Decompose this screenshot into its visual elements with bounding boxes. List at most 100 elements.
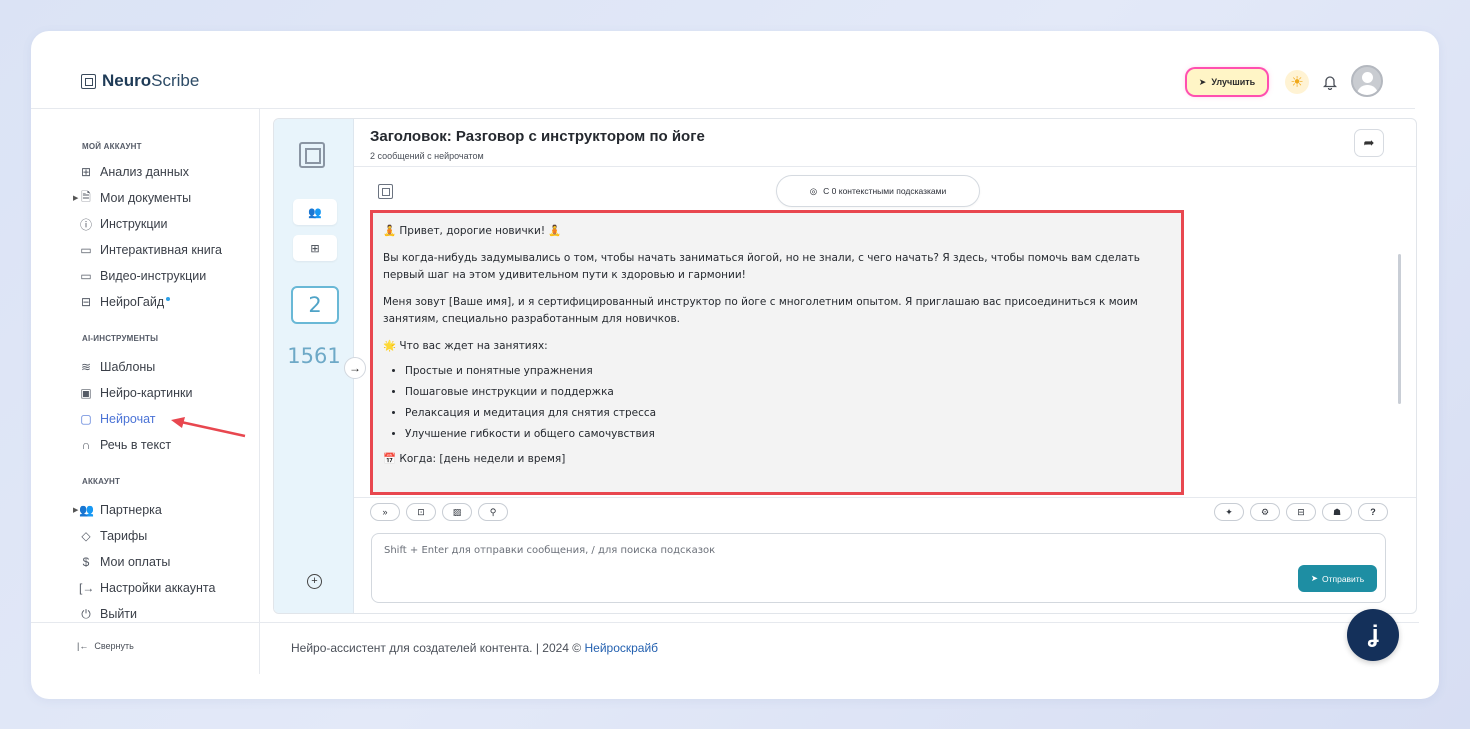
- context-hints-pill[interactable]: ◎ С 0 контекстными подсказками: [776, 175, 980, 207]
- logo-bold: Neuro: [102, 71, 152, 90]
- question-icon: ⓘ: [79, 217, 92, 232]
- support-chat-button[interactable]: ʝ: [1347, 609, 1399, 661]
- hints-label: С 0 контекстными подсказками: [823, 186, 947, 196]
- message-paragraph-2: Меня зовут [Ваше имя], и я сертифицирова…: [383, 296, 1138, 325]
- token-count: 1561: [287, 344, 341, 368]
- chat-header: Заголовок: Разговор с инструктором по йо…: [354, 119, 1416, 167]
- image-icon: ▣: [80, 386, 92, 400]
- image-icon[interactable]: ▨: [442, 503, 472, 521]
- table-icon: ⊟: [80, 295, 92, 309]
- expand-arrow-icon[interactable]: →: [344, 357, 366, 379]
- sidebar-item-my-documents[interactable]: ▶ 🗎 Мои документы: [73, 188, 192, 208]
- chat-icon: ▢: [80, 412, 92, 426]
- footer-link[interactable]: Нейроскрайб: [584, 641, 658, 655]
- logo-icon: [81, 73, 96, 89]
- message-greeting: 🧘 Привет, дорогие новички! 🧘: [383, 225, 562, 237]
- annotation-arrow-icon: [171, 417, 246, 438]
- collapse-sidebar-button[interactable]: |← Свернуть: [77, 641, 134, 651]
- input-placeholder: Shift + Enter для отправки сообщения, / …: [384, 545, 716, 556]
- collapse-label: Свернуть: [94, 641, 134, 651]
- sidebar-item-neuro-images[interactable]: ▣ Нейро-картинки: [79, 383, 192, 403]
- puzzle-icon[interactable]: ✦: [1214, 503, 1244, 521]
- sidebar-item-speech-to-text[interactable]: ∩ Речь в текст: [79, 435, 171, 455]
- assistant-message-icon: [378, 184, 393, 199]
- sidebar-item-video-instructions[interactable]: ▭ Видео-инструкции: [79, 266, 206, 286]
- sidebar-item-label: Шаблоны: [100, 360, 156, 374]
- top-bar: NeuroScribe ➤ Улучшить ☀: [31, 31, 1439, 109]
- rocket-icon: ➤: [1198, 76, 1207, 87]
- sidebar-item-neuroguide[interactable]: ⊟ НейроГайд: [79, 292, 171, 312]
- upgrade-button[interactable]: ➤ Улучшить: [1187, 69, 1267, 95]
- sidebar-item-label: Анализ данных: [100, 165, 189, 179]
- chat-panel: 👥 ⊞ 2 1561 + → Заголовок: Разговор с инс…: [273, 118, 1417, 614]
- robot-icon[interactable]: ☗: [1322, 503, 1352, 521]
- tag-icon: ◇: [81, 529, 91, 543]
- collapse-icon: |←: [77, 641, 89, 651]
- footer-text: Нейро-ассистент для создателей контента.…: [291, 641, 585, 655]
- sidebar-item-neurochat[interactable]: ▢ Нейрочат: [79, 409, 156, 429]
- magic-wand-icon[interactable]: ⚲: [478, 503, 508, 521]
- sidebar-item-label: Партнерка: [100, 503, 162, 517]
- settings-icon[interactable]: ⚙: [1250, 503, 1280, 521]
- sidebar-item-templates[interactable]: ≋ Шаблоны: [79, 357, 155, 377]
- sidebar-border: [259, 109, 260, 674]
- video-icon: ▭: [80, 269, 92, 283]
- add-chat-plus-icon[interactable]: +: [307, 574, 322, 589]
- send-icon: ➤: [1310, 573, 1318, 583]
- sidebar-item-interactive-book[interactable]: ▭ Интерактивная книга: [79, 240, 222, 260]
- sidebar-item-label: Мои оплаты: [100, 555, 171, 569]
- layers-icon: ≋: [80, 360, 92, 374]
- app-window: NeuroScribe ➤ Улучшить ☀ МОЙ АККАУНТ ⊞ Ан…: [31, 31, 1439, 699]
- send-label: Отправить: [1321, 573, 1365, 584]
- grid-button[interactable]: ⊞: [293, 235, 337, 261]
- user-avatar[interactable]: [1351, 65, 1383, 97]
- palette-icon: ◎: [809, 185, 818, 196]
- help-icon[interactable]: ?: [1358, 503, 1388, 521]
- download-icon[interactable]: ⊡: [406, 503, 436, 521]
- login-icon: [→: [79, 581, 95, 595]
- share-button[interactable]: ➦: [1354, 129, 1384, 157]
- send-button[interactable]: ➤ Отправить: [1298, 565, 1377, 592]
- sidebar-item-data-analysis[interactable]: ⊞ Анализ данных: [79, 162, 189, 182]
- section-my-account: МОЙ АККАУНТ: [82, 142, 142, 151]
- chat-scrollbar[interactable]: [1398, 254, 1401, 404]
- panel-icon[interactable]: ⊟: [1286, 503, 1316, 521]
- sidebar-item-logout[interactable]: ⏻ Выйти: [79, 604, 137, 624]
- sidebar: МОЙ АККАУНТ ⊞ Анализ данных ▶ 🗎 Мои докумен…: [31, 109, 259, 699]
- list-item: Улучшение гибкости и общего самочувствия: [405, 426, 1171, 443]
- users-icon: 👥: [79, 503, 94, 517]
- sidebar-item-tariffs[interactable]: ◇ Тарифы: [79, 526, 147, 546]
- sidebar-item-instructions[interactable]: ⓘ Инструкции: [79, 214, 168, 234]
- sidebar-item-payments[interactable]: $ Мои оплаты: [79, 552, 171, 572]
- sidebar-item-label: НейроГайд: [100, 295, 165, 309]
- collapse-down-icon[interactable]: »: [370, 503, 400, 521]
- chat-logo-icon: [299, 142, 325, 168]
- chat-subtitle: 2 сообщений с нейрочатом: [370, 151, 484, 161]
- contacts-button[interactable]: 👥: [293, 199, 337, 225]
- sidebar-item-label: Тарифы: [100, 529, 148, 543]
- message-paragraph-1: Вы когда-нибудь задумывались о том, чтоб…: [383, 252, 1140, 281]
- sidebar-item-label: Выйти: [100, 607, 138, 621]
- sidebar-item-label: Нейрочат: [100, 412, 156, 426]
- chat-title: Заголовок: Разговор с инструктором по йо…: [370, 128, 705, 145]
- sidebar-item-label: Нейро-картинки: [100, 386, 193, 400]
- dollar-icon: $: [82, 555, 90, 569]
- sidebar-item-label: Настройки аккаунта: [100, 581, 216, 595]
- message-list: Простые и понятные упражнения Пошаговые …: [405, 363, 1171, 443]
- message-list-title: 🌟 Что вас ждет на занятиях:: [383, 340, 548, 352]
- chat-left-strip: 👥 ⊞ 2 1561 +: [274, 119, 354, 613]
- app-logo[interactable]: NeuroScribe: [81, 71, 199, 91]
- sidebar-item-label: Интерактивная книга: [100, 243, 222, 257]
- list-item: Пошаговые инструкции и поддержка: [405, 384, 1171, 401]
- section-ai-tools: AI-ИНСТРУМЕНТЫ: [82, 334, 159, 343]
- bell-icon[interactable]: [1320, 71, 1340, 93]
- sidebar-item-account-settings[interactable]: [→ Настройки аккаунта: [79, 578, 215, 598]
- caret-right-icon: ▶: [73, 507, 79, 514]
- upgrade-label: Улучшить: [1211, 77, 1256, 87]
- message-when: 📅 Когда: [день недели и время]: [383, 453, 566, 465]
- message-input[interactable]: Shift + Enter для отправки сообщения, / …: [371, 533, 1386, 603]
- theme-toggle-sun-icon[interactable]: ☀: [1285, 70, 1309, 94]
- sidebar-item-partners[interactable]: ▶ 👥 Партнерка: [73, 500, 162, 520]
- sidebar-item-label: Мои документы: [100, 191, 192, 205]
- list-item: Простые и понятные упражнения: [405, 363, 1171, 380]
